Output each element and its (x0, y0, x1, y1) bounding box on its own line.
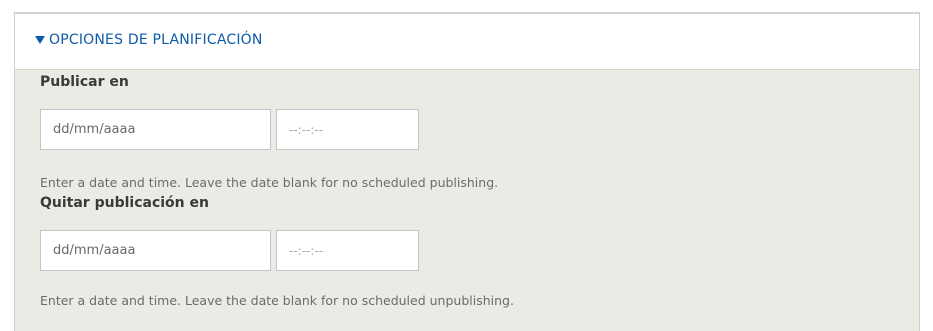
unpublish-date-input[interactable] (40, 230, 271, 271)
publish-help-text: Enter a date and time. Leave the date bl… (40, 175, 499, 190)
unpublish-on-label: Quitar publicación en (40, 195, 209, 211)
unpublish-help-text: Enter a date and time. Leave the date bl… (40, 293, 514, 308)
section-title: OPCIONES DE PLANIFICACIÓN (49, 32, 263, 48)
triangle-down-icon (35, 36, 45, 44)
unpublish-time-input[interactable] (276, 230, 419, 271)
scheduling-options-panel: OPCIONES DE PLANIFICACIÓN Publicar en En… (14, 12, 920, 331)
scheduling-options-summary[interactable]: OPCIONES DE PLANIFICACIÓN (15, 14, 919, 70)
page: OPCIONES DE PLANIFICACIÓN Publicar en En… (0, 0, 933, 331)
publish-on-label: Publicar en (40, 74, 129, 90)
publish-date-input[interactable] (40, 109, 271, 150)
publish-time-input[interactable] (276, 109, 419, 150)
